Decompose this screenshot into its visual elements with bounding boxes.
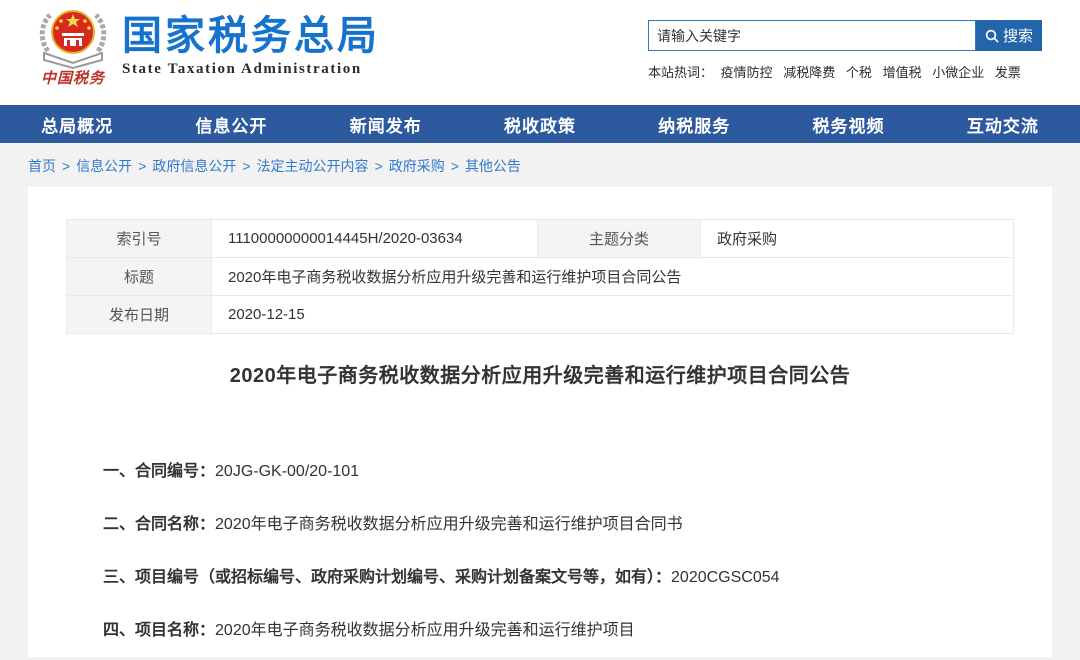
nav-item-tax-policy[interactable]: 税收政策 — [463, 105, 617, 143]
breadcrumb-link-procurement[interactable]: 政府采购 — [389, 158, 445, 174]
contract-name-label: 二、合同名称： — [103, 516, 215, 533]
main-nav: 总局概况 信息公开 新闻发布 税收政策 纳税服务 税务视频 互动交流 — [0, 105, 1080, 143]
table-row: 发布日期 2020-12-15 — [67, 296, 1014, 334]
site-header: 中国税务 国家税务总局 State Taxation Administratio… — [0, 0, 1080, 105]
breadcrumb-separator: > — [62, 158, 70, 174]
search-button-label: 搜索 — [1003, 25, 1033, 46]
contract-number-value: 20JG-GK-00/20-101 — [215, 463, 359, 480]
search-icon — [985, 29, 999, 43]
publish-date-value: 2020-12-15 — [212, 296, 1014, 334]
hotword-link[interactable]: 发票 — [995, 65, 1021, 80]
breadcrumb-link-gov-info[interactable]: 政府信息公开 — [152, 158, 236, 174]
breadcrumb-separator: > — [375, 158, 383, 174]
tax-emblem-icon — [30, 5, 116, 69]
nav-item-interaction[interactable]: 互动交流 — [926, 105, 1080, 143]
search-button[interactable]: 搜索 — [976, 20, 1042, 51]
hotword-link[interactable]: 小微企业 — [932, 65, 984, 80]
search-area: 搜索 本站热词： 疫情防控 减税降费 个税 增值税 小微企业 发票 — [648, 20, 1043, 81]
index-number-value: 11100000000014445H/2020-03634 — [212, 220, 538, 258]
project-number-value: 2020CGSC054 — [671, 569, 780, 586]
hotword-link[interactable]: 增值税 — [883, 65, 922, 80]
hotword-link[interactable]: 个税 — [846, 65, 872, 80]
topic-category-label: 主题分类 — [538, 220, 701, 258]
nav-item-news[interactable]: 新闻发布 — [309, 105, 463, 143]
project-number-line: 三、项目编号（或招标编号、政府采购计划编号、采购计划备案文号等，如有）：2020… — [66, 567, 1014, 589]
nav-item-overview[interactable]: 总局概况 — [0, 105, 154, 143]
table-row: 标题 2020年电子商务税收数据分析应用升级完善和运行维护项目合同公告 — [67, 258, 1014, 296]
hotword-link[interactable]: 疫情防控 — [721, 65, 773, 80]
topic-category-value: 政府采购 — [701, 220, 1014, 258]
hotword-link[interactable]: 减税降费 — [783, 65, 835, 80]
site-title: 国家税务总局 — [122, 13, 380, 59]
project-name-value: 2020年电子商务税收数据分析应用升级完善和运行维护项目 — [215, 622, 635, 639]
breadcrumb-separator: > — [242, 158, 250, 174]
hotwords-label: 本站热词： — [648, 65, 713, 80]
title-label: 标题 — [67, 258, 212, 296]
document-info-table: 索引号 11100000000014445H/2020-03634 主题分类 政… — [66, 219, 1014, 334]
breadcrumb-link-statutory[interactable]: 法定主动公开内容 — [257, 158, 369, 174]
index-number-label: 索引号 — [67, 220, 212, 258]
nav-item-tax-video[interactable]: 税务视频 — [771, 105, 925, 143]
hotwords-bar: 本站热词： 疫情防控 减税降费 个税 增值税 小微企业 发票 — [648, 62, 1043, 81]
contract-name-value: 2020年电子商务税收数据分析应用升级完善和运行维护项目合同书 — [215, 516, 683, 533]
site-logo[interactable]: 中国税务 — [30, 5, 116, 88]
project-name-label: 四、项目名称： — [103, 622, 215, 639]
nav-item-info-public[interactable]: 信息公开 — [154, 105, 308, 143]
breadcrumb-link-other-notices[interactable]: 其他公告 — [465, 158, 521, 174]
site-title-block: 国家税务总局 State Taxation Administration — [122, 13, 380, 78]
table-row: 索引号 11100000000014445H/2020-03634 主题分类 政… — [67, 220, 1014, 258]
contract-number-label: 一、合同编号： — [103, 463, 215, 480]
search-input[interactable] — [648, 20, 976, 51]
logo-caption: 中国税务 — [30, 67, 116, 88]
breadcrumb-link-info[interactable]: 信息公开 — [76, 158, 132, 174]
contract-name-line: 二、合同名称：2020年电子商务税收数据分析应用升级完善和运行维护项目合同书 — [66, 514, 1014, 536]
project-number-label: 三、项目编号（或招标编号、政府采购计划编号、采购计划备案文号等，如有）： — [103, 569, 671, 586]
nav-item-tax-service[interactable]: 纳税服务 — [617, 105, 771, 143]
breadcrumb-separator: > — [138, 158, 146, 174]
breadcrumb: 首页 > 信息公开 > 政府信息公开 > 法定主动公开内容 > 政府采购 > 其他公告 — [0, 143, 1080, 187]
announcement-article: 2020年电子商务税收数据分析应用升级完善和运行维护项目合同公告 一、合同编号：… — [66, 359, 1014, 642]
breadcrumb-link-home[interactable]: 首页 — [28, 158, 56, 174]
publish-date-label: 发布日期 — [67, 296, 212, 334]
content-panel: 索引号 11100000000014445H/2020-03634 主题分类 政… — [28, 187, 1052, 657]
title-value: 2020年电子商务税收数据分析应用升级完善和运行维护项目合同公告 — [212, 258, 1014, 296]
contract-number-line: 一、合同编号：20JG-GK-00/20-101 — [66, 461, 1014, 483]
project-name-line: 四、项目名称：2020年电子商务税收数据分析应用升级完善和运行维护项目 — [66, 620, 1014, 642]
article-title: 2020年电子商务税收数据分析应用升级完善和运行维护项目合同公告 — [66, 359, 1014, 388]
site-subtitle: State Taxation Administration — [122, 61, 380, 78]
breadcrumb-separator: > — [451, 158, 459, 174]
